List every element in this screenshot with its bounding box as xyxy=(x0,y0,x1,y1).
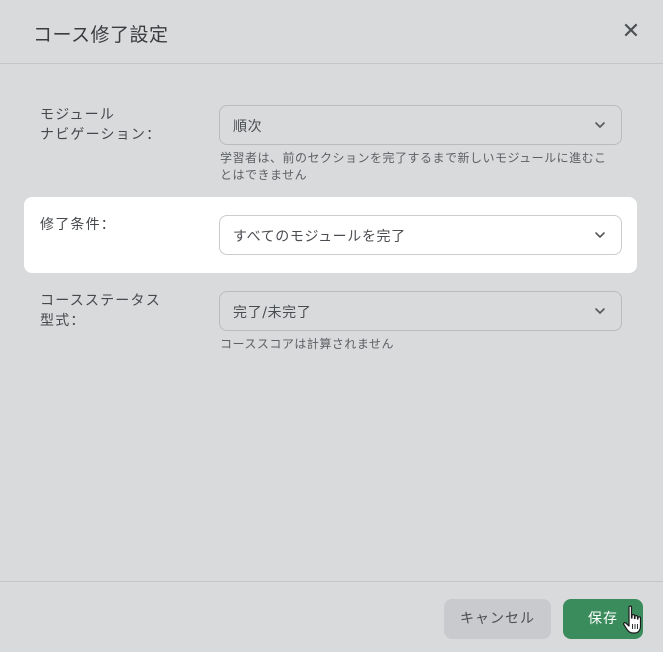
module-navigation-label-line1: モジュール xyxy=(40,107,116,123)
dialog-footer: キャンセル 保存 xyxy=(0,581,663,652)
dialog-title: コース修了設定 xyxy=(33,24,169,46)
module-navigation-help-line1: 学習者は、前のセクションを完了するまで新しいモジュールに進むこ xyxy=(220,151,607,165)
chevron-down-icon xyxy=(595,232,605,238)
course-status-format-label-line1: コースステータス xyxy=(40,293,161,309)
course-status-format-label: コースステータス 型式： xyxy=(40,291,161,331)
hand-pointer-icon xyxy=(623,605,642,634)
module-navigation-select[interactable]: 順次 xyxy=(219,105,622,145)
cancel-button[interactable]: キャンセル xyxy=(444,599,551,639)
module-navigation-help-line2: とはできません xyxy=(220,168,308,182)
course-status-format-label-line2: 型式： xyxy=(40,313,86,329)
completion-condition-label: 修了条件： xyxy=(40,217,116,233)
close-icon[interactable]: ✕ xyxy=(619,20,643,44)
course-status-format-value: 完了/未完了 xyxy=(233,305,312,321)
completion-condition-row: 修了条件： すべてのモジュールを完了 xyxy=(24,197,637,273)
completion-condition-select[interactable]: すべてのモジュールを完了 xyxy=(219,215,622,255)
course-completion-dialog: コース修了設定 ✕ モジュール ナビゲーション： 順次 学習者は、前のセクション… xyxy=(0,0,663,652)
chevron-down-icon xyxy=(595,122,605,128)
module-navigation-help: 学習者は、前のセクションを完了するまで新しいモジュールに進むこ とはできません xyxy=(220,150,630,184)
module-navigation-label: モジュール ナビゲーション： xyxy=(40,105,161,145)
completion-condition-value: すべてのモジュールを完了 xyxy=(233,229,406,245)
chevron-down-icon xyxy=(595,308,605,314)
dialog-header: コース修了設定 ✕ xyxy=(0,0,663,64)
course-status-format-select[interactable]: 完了/未完了 xyxy=(219,291,622,331)
module-navigation-value: 順次 xyxy=(233,119,263,135)
course-status-format-help: コーススコアは計算されません xyxy=(220,337,395,351)
module-navigation-label-line2: ナビゲーション： xyxy=(40,127,162,143)
